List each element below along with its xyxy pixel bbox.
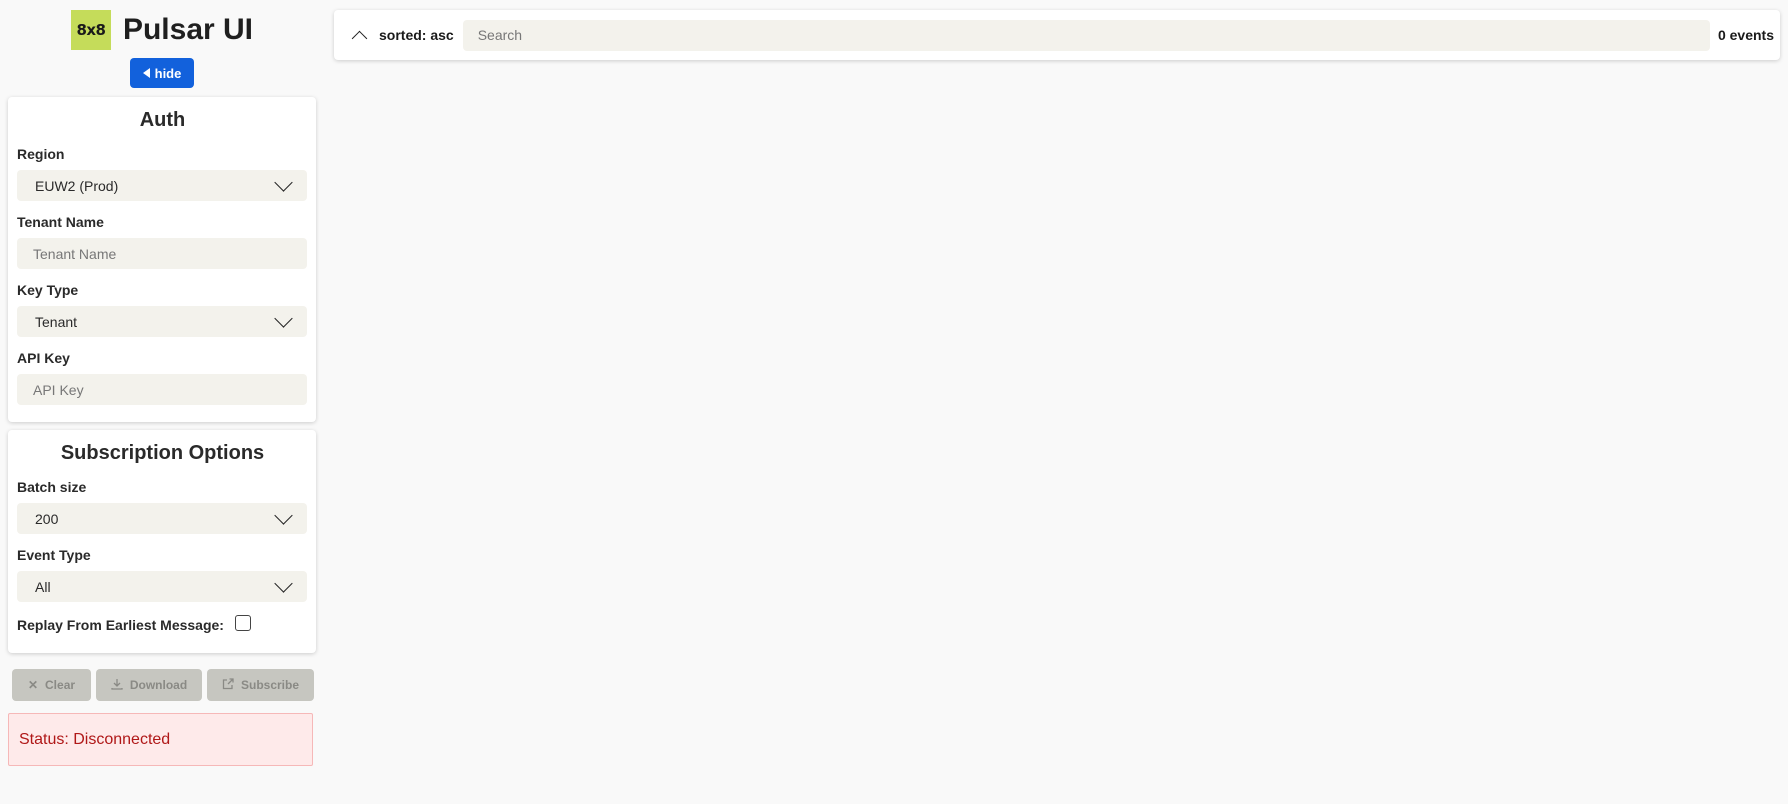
close-icon: ✕ bbox=[27, 678, 39, 692]
subscribe-icon bbox=[222, 677, 234, 693]
clear-label: Clear bbox=[45, 678, 76, 692]
chevron-up-icon[interactable] bbox=[351, 30, 368, 46]
replay-label: Replay From Earliest Message: bbox=[17, 617, 224, 633]
download-label: Download bbox=[129, 678, 188, 692]
app-logo: 8x8 bbox=[70, 10, 111, 50]
subscription-panel: Subscription Options Batch size 200 Even… bbox=[8, 430, 316, 653]
api-key-label: API Key bbox=[17, 350, 70, 366]
search-placeholder: Search bbox=[477, 27, 523, 43]
sidebar: 8x8 Pulsar UI hide Auth Region EUW2 (Pro… bbox=[8, 0, 316, 766]
auth-title: Auth bbox=[139, 109, 186, 131]
api-key-placeholder: API Key bbox=[33, 381, 84, 398]
batch-size-value: 200 bbox=[35, 510, 59, 527]
tenant-name-label: Tenant Name bbox=[17, 214, 104, 230]
api-key-input[interactable]: API Key bbox=[17, 374, 307, 405]
key-type-label: Key Type bbox=[17, 282, 79, 298]
search-input[interactable]: Search bbox=[462, 19, 1710, 51]
chevron-down-icon bbox=[274, 573, 293, 593]
subscribe-label: Subscribe bbox=[240, 678, 300, 692]
connection-status: Status: Disconnected bbox=[8, 713, 313, 766]
app-title: Pulsar UI bbox=[122, 13, 254, 46]
region-value: EUW2 (Prod) bbox=[35, 177, 119, 194]
subscription-title: Subscription Options bbox=[60, 442, 265, 464]
hide-button-label: hide bbox=[154, 65, 182, 81]
key-type-select[interactable]: Tenant bbox=[17, 306, 307, 337]
replay-checkbox[interactable] bbox=[234, 615, 251, 631]
events-toolbar: sorted: asc Search 0 events bbox=[334, 10, 1780, 60]
event-type-select[interactable]: All bbox=[17, 571, 307, 602]
caret-left-icon bbox=[142, 68, 150, 78]
chevron-down-icon bbox=[274, 308, 293, 328]
subscribe-button[interactable]: Subscribe bbox=[207, 669, 314, 701]
download-icon bbox=[111, 678, 123, 693]
brand-header: 8x8 Pulsar UI bbox=[8, 0, 316, 58]
tenant-name-input[interactable]: Tenant Name bbox=[17, 238, 307, 269]
region-label: Region bbox=[17, 146, 65, 162]
chevron-down-icon bbox=[274, 505, 293, 525]
batch-size-select[interactable]: 200 bbox=[17, 503, 307, 534]
events-count: 0 events bbox=[1717, 27, 1774, 43]
event-type-value: All bbox=[35, 578, 51, 595]
status-text: Status: Disconnected bbox=[19, 730, 171, 748]
auth-panel: Auth Region EUW2 (Prod) Tenant Name Tena… bbox=[8, 97, 316, 422]
region-select[interactable]: EUW2 (Prod) bbox=[17, 170, 307, 201]
event-type-label: Event Type bbox=[17, 547, 91, 563]
key-type-value: Tenant bbox=[35, 313, 78, 330]
replay-row: Replay From Earliest Message: bbox=[17, 615, 308, 634]
batch-size-label: Batch size bbox=[17, 479, 87, 495]
sort-order-toggle[interactable]: sorted: asc bbox=[379, 27, 454, 43]
tenant-name-placeholder: Tenant Name bbox=[33, 245, 117, 262]
download-button[interactable]: Download bbox=[96, 669, 202, 701]
hide-sidebar-button[interactable]: hide bbox=[130, 58, 194, 88]
clear-button[interactable]: ✕ Clear bbox=[12, 669, 91, 701]
chevron-down-icon bbox=[274, 172, 293, 192]
action-buttons: ✕ Clear Download Subscribe bbox=[8, 669, 316, 701]
